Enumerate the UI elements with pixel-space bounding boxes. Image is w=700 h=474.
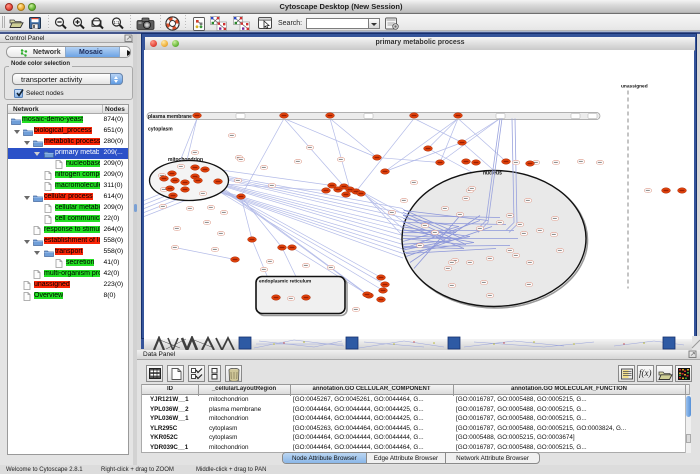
svg-text:unassigned: unassigned: [621, 84, 648, 90]
svg-text:1:1: 1:1: [113, 20, 120, 25]
svg-text:cytoplasm: cytoplasm: [148, 127, 173, 133]
svg-text:mitochondrion: mitochondrion: [168, 157, 203, 163]
svg-text:endoplasmic reticulum: endoplasmic reticulum: [259, 279, 311, 285]
svg-text:plasma membrane: plasma membrane: [148, 114, 192, 120]
